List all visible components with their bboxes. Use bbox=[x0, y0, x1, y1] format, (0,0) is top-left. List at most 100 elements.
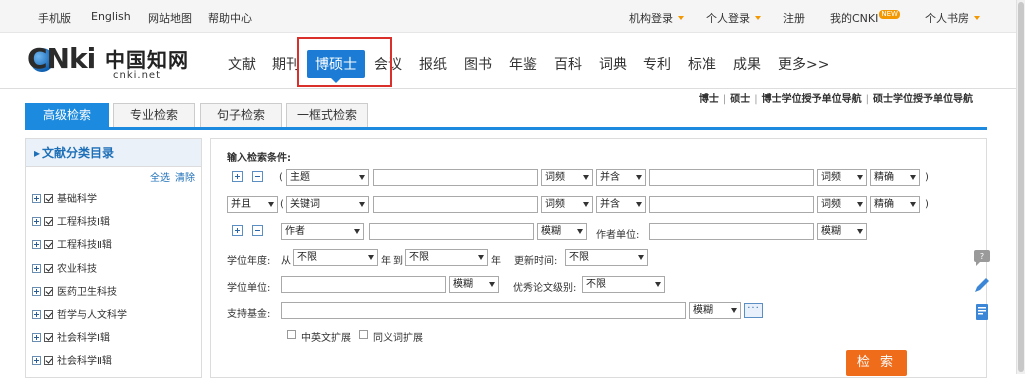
search-button[interactable]: 检 索 bbox=[846, 350, 907, 376]
add-row-icon[interactable] bbox=[232, 171, 243, 182]
match-select[interactable]: 精确 bbox=[870, 169, 920, 186]
tab-professional-search[interactable]: 专业检索 bbox=[113, 103, 195, 128]
checkbox[interactable] bbox=[44, 240, 53, 249]
nav-item[interactable]: 词典 bbox=[599, 54, 627, 74]
org-match-select[interactable]: 模糊 bbox=[817, 223, 867, 240]
year-from-select[interactable]: 不限 bbox=[293, 249, 378, 266]
chevron-down-icon bbox=[354, 229, 360, 234]
category-item[interactable]: 医药卫生科技 bbox=[32, 283, 117, 298]
keyword-input-1[interactable] bbox=[373, 169, 538, 186]
chat-icon[interactable]: ? bbox=[972, 248, 992, 268]
clear-link[interactable]: 清除 bbox=[175, 173, 195, 184]
remove-row-icon[interactable] bbox=[252, 171, 263, 182]
match-select[interactable]: 精确 bbox=[870, 196, 920, 213]
degree-unit-input[interactable] bbox=[281, 276, 446, 293]
tab-sentence-search[interactable]: 句子检索 bbox=[200, 103, 282, 128]
freq-select[interactable]: 词频 bbox=[541, 196, 593, 213]
nav-item[interactable]: 图书 bbox=[464, 54, 492, 74]
cn-en-extend-checkbox[interactable] bbox=[287, 330, 296, 339]
nav-item[interactable]: 标准 bbox=[688, 54, 716, 74]
checkbox[interactable] bbox=[44, 310, 53, 319]
keyword-input-3[interactable] bbox=[373, 196, 538, 213]
combine-select[interactable]: 并含 bbox=[596, 196, 646, 213]
expand-icon[interactable] bbox=[32, 217, 41, 226]
author-input[interactable] bbox=[369, 223, 534, 240]
author-field-select[interactable]: 作者 bbox=[281, 223, 364, 240]
remove-row-icon[interactable] bbox=[252, 225, 263, 236]
pen-icon[interactable] bbox=[972, 275, 992, 295]
checkbox[interactable] bbox=[44, 287, 53, 296]
expand-icon[interactable] bbox=[32, 194, 41, 203]
combine-select[interactable]: 并含 bbox=[596, 169, 646, 186]
checkbox[interactable] bbox=[44, 264, 53, 273]
expand-icon[interactable] bbox=[32, 356, 41, 365]
doctor-link[interactable]: 博士 bbox=[699, 94, 719, 105]
fund-more-button[interactable]: ··· bbox=[744, 303, 763, 318]
checkbox[interactable] bbox=[44, 333, 53, 342]
nav-item[interactable]: 期刊 bbox=[272, 54, 300, 74]
master-unit-nav-link[interactable]: 硕士学位授予单位导航 bbox=[873, 94, 973, 105]
field-select[interactable]: 关键词 bbox=[286, 196, 369, 213]
scrollbar-thumb[interactable] bbox=[1018, 2, 1024, 372]
expand-icon[interactable] bbox=[32, 240, 41, 249]
nav-item[interactable]: 成果 bbox=[733, 54, 761, 74]
mobile-link[interactable]: 手机版 bbox=[38, 10, 71, 26]
doctor-unit-nav-link[interactable]: 博士学位授予单位导航 bbox=[762, 94, 862, 105]
checkbox[interactable] bbox=[44, 194, 53, 203]
tab-single-box-search[interactable]: 一框式检索 bbox=[286, 103, 368, 128]
nav-item[interactable]: 百科 bbox=[554, 54, 582, 74]
sitemap-link[interactable]: 网站地图 bbox=[148, 10, 192, 26]
nav-item[interactable]: 专利 bbox=[643, 54, 671, 74]
checkbox[interactable] bbox=[44, 356, 53, 365]
keyword-input-2[interactable] bbox=[649, 169, 814, 186]
fund-match-select[interactable]: 模糊 bbox=[689, 302, 741, 319]
fund-input[interactable] bbox=[281, 302, 686, 319]
logic-select[interactable]: 并且 bbox=[227, 196, 278, 213]
nav-item-more[interactable]: 更多>> bbox=[778, 54, 829, 74]
help-link[interactable]: 帮助中心 bbox=[208, 10, 252, 26]
expand-icon[interactable] bbox=[32, 287, 41, 296]
header-divider bbox=[0, 88, 1025, 89]
category-item[interactable]: 基础科学 bbox=[32, 190, 97, 205]
freq-select[interactable]: 词频 bbox=[817, 196, 867, 213]
category-item[interactable]: 工程科技Ⅰ辑 bbox=[32, 213, 110, 228]
personal-login-link[interactable]: 个人登录 bbox=[706, 10, 761, 26]
expand-icon[interactable] bbox=[32, 333, 41, 342]
field-select[interactable]: 主题 bbox=[286, 169, 369, 186]
year-to-select[interactable]: 不限 bbox=[405, 249, 488, 266]
author-match-select[interactable]: 模糊 bbox=[537, 223, 587, 240]
excellent-level-select[interactable]: 不限 bbox=[582, 276, 665, 293]
checkbox[interactable] bbox=[44, 217, 53, 226]
chevron-down-icon bbox=[636, 175, 642, 180]
category-item[interactable]: 工程科技Ⅱ辑 bbox=[32, 236, 112, 251]
author-org-input[interactable] bbox=[649, 223, 814, 240]
my-cnki-link[interactable]: 我的CNKI NEW bbox=[830, 10, 900, 26]
cnki-logo[interactable]: CNki 中国知网 cnki.net bbox=[27, 42, 192, 82]
degree-unit-match-select[interactable]: 模糊 bbox=[449, 276, 499, 293]
add-row-icon[interactable] bbox=[232, 225, 243, 236]
freq-select[interactable]: 词频 bbox=[541, 169, 593, 186]
nav-item[interactable]: 报纸 bbox=[419, 54, 447, 74]
category-item[interactable]: 哲学与人文科学 bbox=[32, 306, 127, 321]
expand-icon[interactable] bbox=[32, 310, 41, 319]
english-link[interactable]: English bbox=[91, 10, 131, 23]
update-time-select[interactable]: 不限 bbox=[565, 249, 648, 266]
org-login-link[interactable]: 机构登录 bbox=[629, 10, 684, 26]
category-item[interactable]: 社会科学Ⅰ辑 bbox=[32, 329, 110, 344]
category-item[interactable]: 农业科技 bbox=[32, 260, 97, 275]
select-all-link[interactable]: 全选 bbox=[150, 173, 170, 184]
synonym-extend-checkbox[interactable] bbox=[359, 330, 368, 339]
tab-advanced-search[interactable]: 高级检索 bbox=[25, 103, 109, 128]
open-paren: ( bbox=[280, 199, 284, 210]
nav-item[interactable]: 文献 bbox=[228, 54, 256, 74]
expand-icon[interactable] bbox=[32, 264, 41, 273]
keyword-input-4[interactable] bbox=[649, 196, 814, 213]
master-link[interactable]: 硕士 bbox=[730, 94, 750, 105]
category-item[interactable]: 社会科学Ⅱ辑 bbox=[32, 352, 112, 367]
register-link[interactable]: 注册 bbox=[783, 10, 805, 26]
scrollbar[interactable] bbox=[1016, 0, 1025, 374]
personal-library-link[interactable]: 个人书房 bbox=[925, 10, 980, 26]
document-icon[interactable] bbox=[972, 302, 992, 322]
freq-select[interactable]: 词频 bbox=[817, 169, 867, 186]
nav-item[interactable]: 年鉴 bbox=[509, 54, 537, 74]
